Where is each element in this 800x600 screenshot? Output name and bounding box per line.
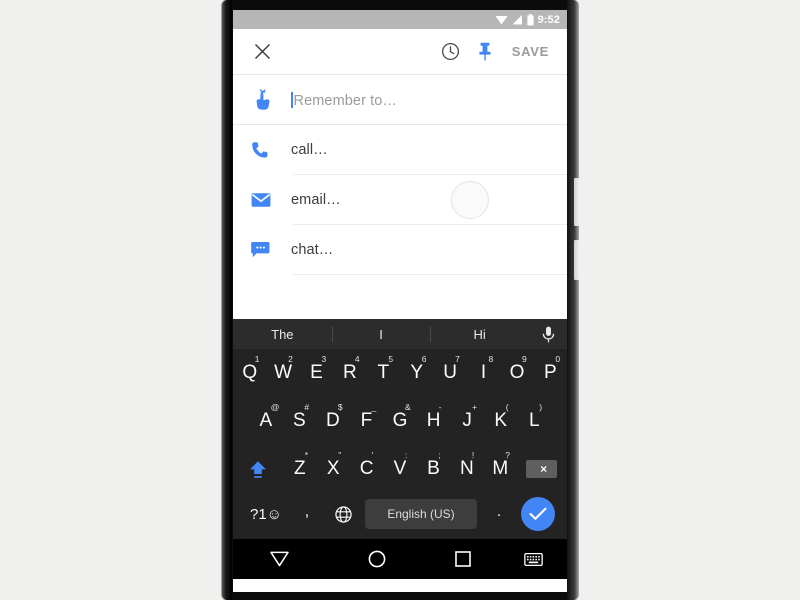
space-key[interactable]: English (US) [365, 499, 477, 529]
chat-icon [251, 241, 291, 259]
clock-icon[interactable] [434, 35, 468, 69]
key-e[interactable]: E3 [300, 349, 333, 397]
key-j[interactable]: J + [450, 397, 484, 445]
keyboard-row-4: ?1☺ , English (US) . [233, 493, 567, 539]
key-t[interactable]: T5 [367, 349, 400, 397]
key-v[interactable]: V: [383, 445, 416, 493]
suggestion-strip: The I Hi [233, 319, 567, 349]
key-x[interactable]: X " [317, 445, 350, 493]
key-f[interactable]: F _ [350, 397, 384, 445]
back-button[interactable] [233, 551, 327, 567]
toolbar: SAVE [233, 29, 567, 75]
option-row-email[interactable]: email… [233, 175, 567, 225]
key-d[interactable]: D $ [316, 397, 350, 445]
reminder-input-row[interactable]: Remember to… [233, 75, 567, 125]
reminder-options-list: Remember to… call… email… chat… [233, 75, 567, 275]
suggestion-1[interactable]: I [331, 319, 431, 349]
check-icon[interactable] [521, 497, 555, 531]
reminder-input-placeholder[interactable]: Remember to… [291, 91, 397, 109]
key-l[interactable]: L) [518, 397, 552, 445]
key-b[interactable]: B; [417, 445, 450, 493]
backspace-icon[interactable] [517, 445, 567, 493]
key-a[interactable]: A @ [249, 397, 283, 445]
touch-ripple [451, 181, 489, 219]
suggestion-2[interactable]: Hi [430, 319, 529, 349]
wifi-icon [495, 14, 508, 25]
symbols-key[interactable]: ?1☺ [243, 506, 289, 523]
text-caret [291, 91, 293, 108]
key-k[interactable]: K( [484, 397, 518, 445]
comma-key[interactable]: , [289, 503, 325, 526]
option-row-chat[interactable]: chat… [233, 225, 567, 275]
key-z[interactable]: Z * [283, 445, 316, 493]
key-o[interactable]: O9 [500, 349, 533, 397]
phone-bezel-left [222, 0, 232, 600]
phone-screen: 9:52 SAVE Remember to… call… email… chat… [233, 10, 567, 592]
option-label-email: email… [291, 192, 341, 208]
power-button[interactable] [574, 240, 579, 280]
volume-button[interactable] [574, 178, 579, 226]
home-button[interactable] [327, 550, 427, 568]
reminder-hand-icon [251, 89, 291, 111]
content-spacer [233, 275, 567, 319]
phone-bezel-right [566, 0, 579, 600]
signal-icon [512, 14, 523, 25]
key-q[interactable]: Q1 [233, 349, 266, 397]
option-label-call: call… [291, 142, 328, 158]
key-p[interactable]: P0 [534, 349, 567, 397]
key-i[interactable]: I8 [467, 349, 500, 397]
recents-button[interactable] [427, 551, 500, 567]
shift-up-icon[interactable] [233, 445, 283, 493]
key-r[interactable]: R4 [333, 349, 366, 397]
keyboard-row-2: A @ S # D $ F _ G & H- J + K( L) [233, 397, 567, 445]
key-s[interactable]: S # [283, 397, 317, 445]
period-key[interactable]: . [481, 503, 517, 526]
suggestion-0[interactable]: The [233, 319, 332, 349]
battery-icon [526, 13, 534, 26]
microphone-icon[interactable] [529, 319, 567, 349]
key-n[interactable]: N! [450, 445, 483, 493]
key-m[interactable]: M? [484, 445, 517, 493]
globe-icon[interactable] [325, 505, 361, 523]
status-bar: 9:52 [233, 10, 567, 29]
key-h[interactable]: H- [417, 397, 451, 445]
save-button[interactable]: SAVE [502, 40, 555, 63]
status-time: 9:52 [537, 13, 560, 26]
key-u[interactable]: U7 [433, 349, 466, 397]
keyboard-row-1: Q1 W2 E3 R4 T5 Y6 U7 I8 O9 P0 [233, 349, 567, 397]
virtual-keyboard: The I Hi Q1 W2 E3 R4 T5 Y6 U7 I8 O9 P0 A… [233, 319, 567, 539]
backspace-glyph [526, 460, 558, 478]
key-g[interactable]: G & [383, 397, 417, 445]
row-divider [293, 274, 567, 275]
option-row-call[interactable]: call… [233, 125, 567, 175]
key-y[interactable]: Y6 [400, 349, 433, 397]
keyboard-row-3: Z * X " C ' V: B; N! M? [233, 445, 567, 493]
mail-icon [251, 192, 291, 208]
hide-keyboard-icon[interactable] [500, 552, 567, 566]
key-c[interactable]: C ' [350, 445, 383, 493]
key-w[interactable]: W2 [266, 349, 299, 397]
pin-icon[interactable] [468, 35, 502, 69]
close-icon[interactable] [249, 39, 275, 65]
phone-icon [251, 141, 291, 159]
option-label-chat: chat… [291, 242, 334, 258]
navigation-bar [233, 539, 567, 579]
